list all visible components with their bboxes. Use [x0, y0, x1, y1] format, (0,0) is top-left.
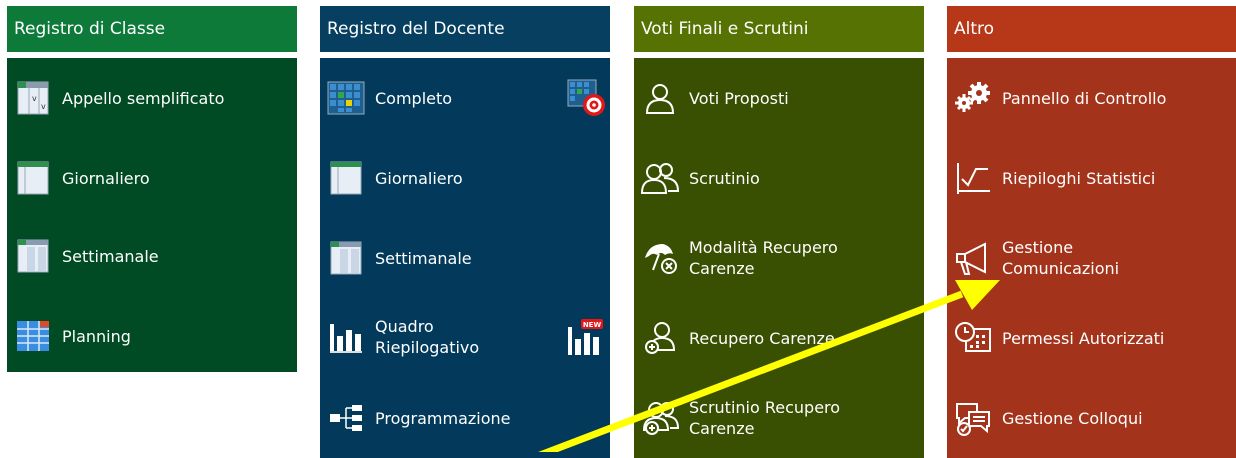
user-plus-icon: [639, 318, 681, 358]
daily-sheet-icon: [325, 158, 367, 198]
menu-item-label: Quadro Riepilogativo: [375, 317, 480, 357]
menu-item-appello-semplificato[interactable]: vv Appello semplificato: [7, 68, 297, 128]
users-plus-icon: [639, 398, 681, 438]
bar-chart-icon: [325, 317, 367, 357]
clock-calendar-icon: [952, 318, 994, 358]
megaphone-icon: [952, 238, 994, 278]
menu-item-scrutinio-recupero-carenze[interactable]: Scrutinio Recupero Carenze: [634, 388, 924, 448]
panel-title: Voti Finali e Scrutini: [634, 6, 924, 52]
user-outline-icon: [639, 78, 681, 118]
menu-item-settimanale-docente[interactable]: Settimanale: [320, 228, 610, 288]
menu-item-recupero-carenze[interactable]: Recupero Carenze: [634, 308, 924, 368]
planning-grid-icon: [12, 316, 54, 356]
calendar-target-icon[interactable]: [566, 78, 606, 118]
menu-item-label: Scrutinio Recupero Carenze: [689, 398, 841, 438]
line-chart-icon: [952, 158, 994, 198]
menu-item-voti-proposti[interactable]: Voti Proposti: [634, 68, 924, 128]
menu-item-planning[interactable]: Planning: [7, 306, 297, 366]
menu-item-quadro-riepilogativo[interactable]: Quadro Riepilogativo NEW: [320, 307, 610, 367]
menu-item-label: Scrutinio: [689, 168, 760, 188]
weekly-sheet-icon: [325, 238, 367, 278]
panel-body: Voti Proposti Scrutinio Modalità Recuper…: [634, 58, 924, 458]
panel-registro-di-classe: Registro di Classe vv Appello semplifica…: [7, 6, 297, 372]
svg-text:v: v: [41, 102, 46, 111]
daily-sheet-icon: [12, 158, 54, 198]
panel-voti-finali-e-scrutini: Voti Finali e Scrutini Voti Proposti Scr…: [634, 6, 924, 458]
menu-item-giornaliero-docente[interactable]: Giornaliero: [320, 148, 610, 208]
calendar-grid-icon: [325, 78, 367, 118]
menu-item-scrutinio[interactable]: Scrutinio: [634, 148, 924, 208]
menu-item-label: Voti Proposti: [689, 88, 789, 108]
chat-check-icon: [952, 398, 994, 438]
panel-body: Completo Giornaliero Settimanale Quadro …: [320, 58, 610, 458]
menu-item-label: Recupero Carenze: [689, 328, 835, 348]
users-outline-icon: [639, 158, 681, 198]
menu-item-label: Programmazione: [375, 408, 511, 428]
panel-title: Altro: [947, 6, 1236, 52]
svg-text:v: v: [32, 94, 37, 103]
menu-item-label: Riepiloghi Statistici: [1002, 168, 1156, 188]
menu-item-label: Completo: [375, 88, 453, 108]
panel-title: Registro di Classe: [7, 6, 297, 52]
menu-item-permessi-autorizzati[interactable]: Permessi Autorizzati: [947, 308, 1236, 368]
menu-item-label: Modalità Recupero Carenze: [689, 238, 838, 278]
menu-item-label: Gestione Colloqui: [1002, 408, 1143, 428]
weekly-sheet-icon: [12, 236, 54, 276]
menu-item-label: Permessi Autorizzati: [1002, 328, 1165, 348]
umbrella-x-icon: [639, 238, 681, 278]
hierarchy-icon: [325, 398, 367, 438]
menu-item-modalita-recupero-carenze[interactable]: Modalità Recupero Carenze: [634, 228, 924, 288]
panel-altro: Altro Pannello di Controllo Riepiloghi S…: [947, 6, 1236, 458]
bar-chart-new-icon[interactable]: NEW: [566, 317, 606, 357]
panel-body: Pannello di Controllo Riepiloghi Statist…: [947, 58, 1236, 458]
menu-item-label: Settimanale: [375, 248, 472, 268]
menu-item-label: Settimanale: [62, 246, 159, 266]
menu-item-pannello-di-controllo[interactable]: Pannello di Controllo: [947, 68, 1236, 128]
gears-icon: [952, 78, 994, 118]
menu-item-gestione-colloqui[interactable]: Gestione Colloqui: [947, 388, 1236, 448]
menu-item-settimanale[interactable]: Settimanale: [7, 226, 297, 286]
panel-registro-del-docente: Registro del Docente Completo Giornalier…: [320, 6, 610, 458]
menu-item-gestione-comunicazioni[interactable]: Gestione Comunicazioni: [947, 228, 1236, 288]
panel-body: vv Appello semplificato Giornaliero Sett…: [7, 58, 297, 372]
menu-item-label: Planning: [62, 326, 131, 346]
menu-item-completo[interactable]: Completo: [320, 68, 610, 128]
menu-item-label: Gestione Comunicazioni: [1002, 238, 1120, 278]
menu-item-label: Giornaliero: [62, 168, 150, 188]
menu-item-programmazione[interactable]: Programmazione: [320, 388, 610, 448]
menu-item-giornaliero[interactable]: Giornaliero: [7, 148, 297, 208]
menu-item-riepiloghi-statistici[interactable]: Riepiloghi Statistici: [947, 148, 1236, 208]
menu-item-label: Appello semplificato: [62, 88, 225, 108]
new-badge: NEW: [583, 321, 602, 329]
panel-title: Registro del Docente: [320, 6, 610, 52]
menu-item-label: Pannello di Controllo: [1002, 88, 1167, 108]
menu-item-label: Giornaliero: [375, 168, 463, 188]
register-sheet-icon: vv: [12, 78, 54, 118]
